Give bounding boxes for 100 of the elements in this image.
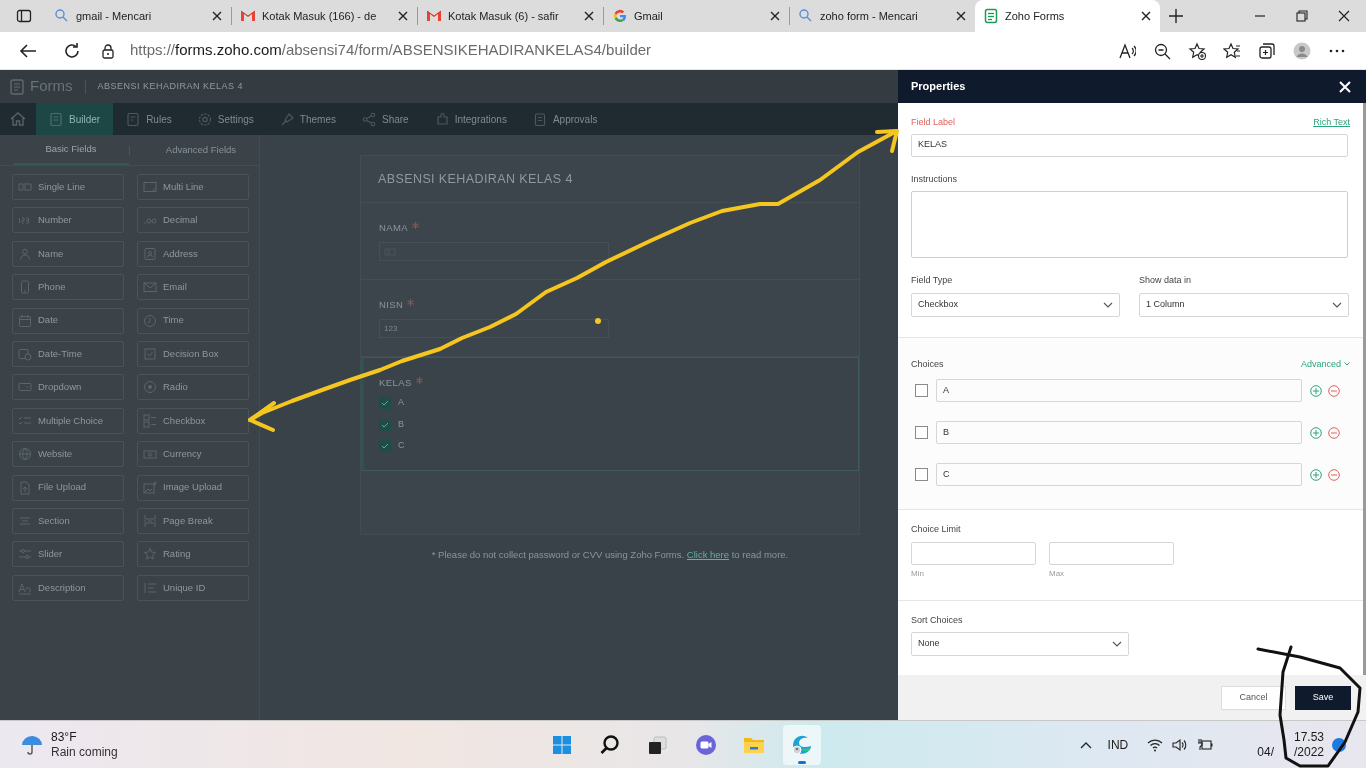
field-type-item[interactable]: Decision Box — [137, 340, 249, 367]
checkbox[interactable] — [379, 397, 391, 409]
add-circle-icon[interactable] — [1310, 384, 1322, 397]
field-type-item[interactable]: Decimal — [137, 207, 249, 234]
checkbox[interactable] — [379, 440, 391, 452]
nav-tab[interactable]: Settings — [184, 103, 267, 135]
field-type-item[interactable]: Website — [12, 441, 124, 468]
field-type-select[interactable]: Checkbox — [911, 292, 1120, 317]
video-chat-icon[interactable] — [693, 732, 718, 757]
close-icon[interactable] — [1140, 10, 1152, 22]
battery-charging-icon[interactable] — [1197, 737, 1214, 752]
field-type-item[interactable]: Phone — [12, 274, 124, 301]
field-type-item[interactable]: Section — [12, 507, 124, 534]
field-type-item[interactable]: Single Line — [12, 174, 124, 200]
number-input[interactable] — [911, 541, 1036, 565]
collections-icon[interactable] — [1258, 41, 1276, 60]
input-field[interactable] — [379, 242, 609, 261]
close-icon[interactable] — [769, 10, 781, 22]
tab-actions-icon[interactable] — [16, 8, 32, 24]
field-type-item[interactable]: Checkbox — [137, 407, 249, 434]
selected-field-panel[interactable]: KELAS A B C — [361, 357, 859, 471]
field-type-item[interactable]: Slider — [12, 541, 124, 568]
browser-tab[interactable]: Gmail — [604, 0, 789, 32]
advanced-link[interactable]: Advanced — [1300, 357, 1350, 371]
browser-tab[interactable]: gmail - Mencari — [46, 0, 231, 32]
add-circle-icon[interactable] — [1310, 468, 1322, 481]
star-plus-icon[interactable] — [1188, 41, 1206, 60]
nav-tab[interactable]: Builder — [36, 103, 114, 135]
field-type-item[interactable]: Unique ID — [137, 574, 249, 601]
browser-tab[interactable]: Kotak Masuk (6) - safir — [418, 0, 603, 32]
zoom-out-icon[interactable] — [1153, 41, 1171, 60]
checkbox[interactable] — [915, 468, 928, 481]
language-indicator[interactable]: IND — [1107, 735, 1129, 754]
input-field[interactable]: 123 — [379, 319, 609, 338]
read-aloud-icon[interactable] — [1118, 41, 1136, 60]
field-label-input[interactable]: KELAS — [911, 133, 1348, 157]
field-type-item[interactable]: Currency — [137, 441, 249, 468]
chevron-up-icon[interactable] — [1079, 740, 1092, 749]
restore-icon[interactable] — [1296, 10, 1308, 22]
field-type-item[interactable]: Multi Line — [137, 174, 249, 200]
choice-input[interactable]: B — [936, 421, 1302, 444]
profile-avatar-icon[interactable] — [1293, 41, 1311, 60]
remove-circle-icon[interactable] — [1328, 468, 1340, 481]
field-type-item[interactable]: Dropdown — [12, 374, 124, 401]
show-data-select[interactable]: 1 Column — [1139, 292, 1349, 317]
choice-input[interactable]: A — [936, 379, 1302, 402]
field-type-item[interactable]: Name — [12, 240, 124, 267]
new-tab-icon[interactable] — [1168, 8, 1184, 24]
wifi-icon[interactable] — [1147, 737, 1164, 752]
close-icon[interactable] — [583, 10, 595, 22]
close-icon[interactable] — [955, 10, 967, 22]
nav-tab[interactable]: Approvals — [519, 103, 611, 135]
field-type-item[interactable]: Email — [137, 274, 249, 301]
number-input[interactable] — [1049, 541, 1174, 565]
read-more-link[interactable]: Click here — [686, 549, 730, 560]
field-type-item[interactable]: Address — [137, 240, 249, 267]
calendar-clock-icon — [18, 346, 32, 361]
field-type-item[interactable]: Image Upload — [137, 474, 249, 501]
field-type-item[interactable]: Date — [12, 307, 124, 334]
nav-tab[interactable]: Rules — [113, 103, 185, 135]
address-field[interactable]: https://forms.zoho.com/absensi74/form/ABSENSIKEHADIRANKELAS4/builder — [97, 35, 1117, 66]
field-type-item[interactable]: Number — [12, 207, 124, 234]
favorites-icon[interactable] — [1223, 41, 1241, 60]
field-type-item[interactable]: Date-Time — [12, 340, 124, 367]
browser-tab[interactable]: Kotak Masuk (166) - de — [232, 0, 417, 32]
field-type-item[interactable]: File Upload — [12, 474, 124, 501]
clock-time[interactable]: 17.53 — [1293, 729, 1324, 745]
field-panel[interactable]: NAMA — [361, 203, 859, 280]
close-icon[interactable] — [211, 10, 223, 22]
close-icon[interactable] — [397, 10, 409, 22]
refresh-icon[interactable] — [63, 41, 81, 60]
remove-circle-icon[interactable] — [1328, 426, 1340, 439]
panel-tab[interactable]: Basic Fields — [13, 135, 129, 165]
speaker-icon[interactable] — [1172, 737, 1189, 752]
field-type-item[interactable]: Description — [12, 574, 124, 601]
remove-circle-icon[interactable] — [1328, 384, 1340, 397]
field-type-item[interactable]: Time — [137, 307, 249, 334]
rich-text-link[interactable]: Rich Text — [1313, 116, 1350, 130]
add-circle-icon[interactable] — [1310, 426, 1322, 439]
nav-tab[interactable]: Share — [349, 103, 422, 135]
save-button[interactable]: Save — [1295, 685, 1351, 710]
sort-choices-select[interactable]: None — [911, 632, 1129, 656]
nav-tab[interactable]: Themes — [266, 103, 349, 135]
checkbox[interactable] — [379, 418, 391, 431]
field-type-item[interactable]: Multiple Choice — [12, 407, 124, 434]
browser-tab[interactable]: Zoho Forms — [975, 0, 1160, 32]
field-type-item[interactable]: Rating — [137, 541, 249, 568]
close-icon[interactable] — [1338, 10, 1350, 22]
field-type-item[interactable]: Page Break — [137, 507, 249, 534]
clock-date[interactable]: 04/ — [1257, 744, 1274, 760]
browser-tab[interactable]: zoho form - Mencari — [790, 0, 975, 32]
choice-input[interactable]: C — [936, 463, 1302, 486]
nav-tab[interactable]: Integrations — [421, 103, 520, 135]
panel-tab[interactable]: Advanced Fields — [143, 135, 259, 165]
back-icon[interactable] — [19, 42, 37, 59]
checkbox[interactable] — [915, 384, 928, 397]
cancel-button[interactable]: Cancel — [1221, 685, 1286, 710]
clock-date[interactable]: /2022 — [1293, 744, 1324, 760]
checkbox[interactable] — [915, 426, 928, 439]
field-type-item[interactable]: Radio — [137, 374, 249, 401]
